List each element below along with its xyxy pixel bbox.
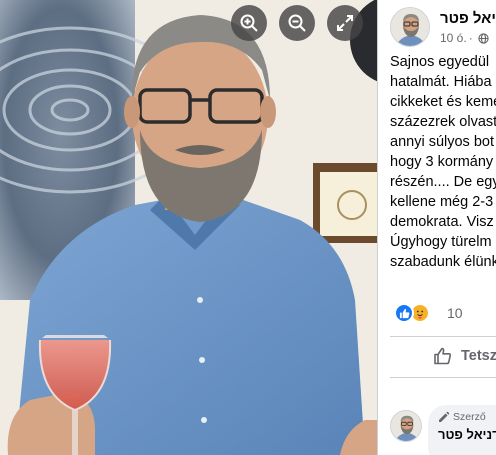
post-photo[interactable] [0, 0, 377, 455]
zoom-out-icon [288, 14, 306, 32]
post-text-line: hogy 3 kormány [390, 154, 494, 170]
author-avatar-image [391, 8, 429, 46]
author-badge-label: Szerző [453, 411, 486, 423]
like-button-label: Tetsz [461, 348, 496, 364]
reaction-summary[interactable]: 10 [394, 302, 463, 324]
post-header: דניאל פטר 10 ó. · [390, 7, 496, 47]
post-text-line: hatalmát. Hiába [390, 74, 492, 90]
photo-viewer [0, 0, 377, 455]
author-avatar[interactable] [390, 7, 430, 47]
fullscreen-button[interactable] [327, 5, 363, 41]
zoom-in-icon [240, 14, 258, 32]
action-divider-bottom [390, 377, 496, 378]
globe-icon [478, 32, 489, 44]
post-time[interactable]: 10 ó. [440, 31, 467, 45]
post-meta: 10 ó. · [440, 31, 489, 45]
post-text-line: százezrek olvast [390, 114, 496, 130]
zoom-out-button[interactable] [279, 5, 315, 41]
author-badge: Szerző [438, 411, 496, 423]
post-text-line: kellene még 2-3 [390, 194, 494, 210]
thumbs-up-icon [434, 347, 452, 365]
post-text-line: cikkeket és kemé [390, 94, 496, 110]
comment-author-avatar[interactable] [390, 410, 422, 442]
zoom-in-button[interactable] [231, 5, 267, 41]
post-text-line: annyi súlyos bot [390, 134, 494, 150]
post-text-line: Sajnos egyedül [390, 54, 490, 70]
post-side-panel: דניאל פטר 10 ó. · Sajnos egyedül hatalmá… [378, 0, 496, 455]
pencil-icon [439, 411, 450, 422]
action-divider-top [390, 336, 496, 337]
comment-author-name[interactable]: דניאל פטר [438, 427, 496, 442]
reaction-count: 10 [447, 305, 463, 321]
comment-bubble: Szerző דניאל פטר [428, 405, 496, 455]
post-text-line: demokrata. Visz [390, 214, 494, 230]
post-text-line: Úgyhogy türelm [390, 234, 492, 250]
post-text-line: részén.... De egy [390, 174, 496, 190]
like-button[interactable]: Tetsz [433, 343, 496, 369]
post-text: Sajnos egyedül hatalmát. Hiába cikkeket … [390, 52, 496, 272]
comment-avatar-image [391, 411, 421, 441]
author-name[interactable]: דניאל פטר [440, 10, 496, 27]
meta-separator: · [468, 31, 473, 45]
like-icon [394, 303, 414, 323]
fullscreen-icon [337, 15, 353, 31]
post-text-line: szabadunk élünk [390, 254, 496, 270]
